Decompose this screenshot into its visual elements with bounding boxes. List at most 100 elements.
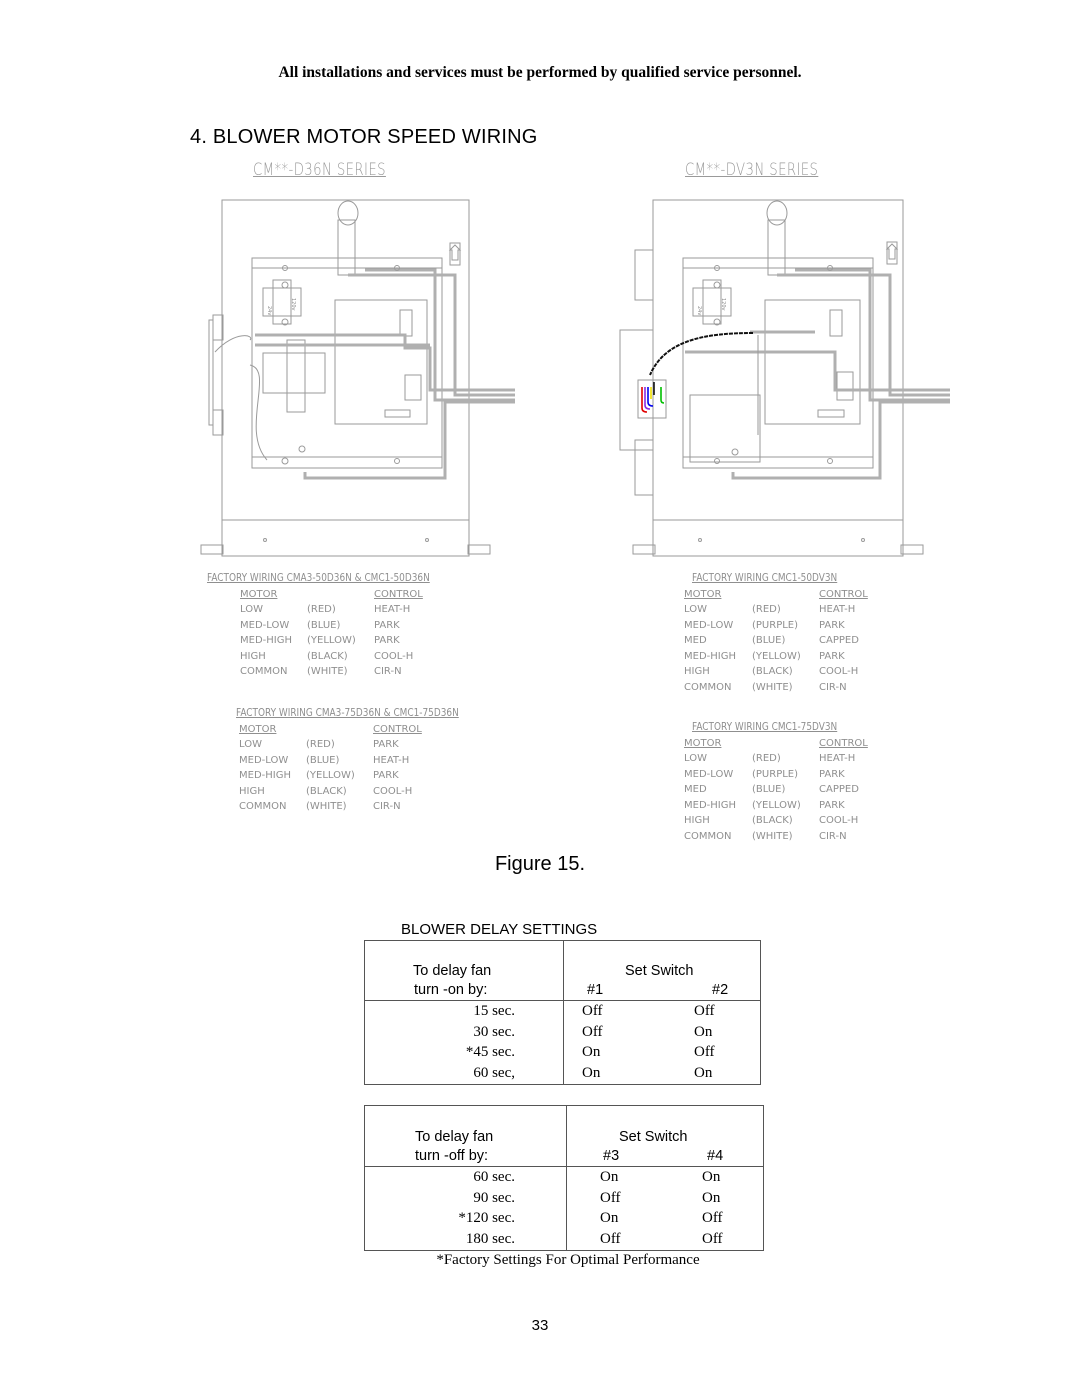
wiring-table-50d36n: FACTORY WIRING CMA3-50D36N & CMC1-50D36N… <box>207 571 469 680</box>
wire-color: (PURPLE) <box>752 768 799 780</box>
wiring-row: LOW (RED) PARK <box>239 737 422 753</box>
vent-fitting <box>766 200 788 226</box>
motor-speed: HIGH <box>240 650 266 662</box>
label-line1: To delay fan <box>415 1129 494 1145</box>
control-terminal: CAPPED <box>819 784 859 795</box>
control-terminal: PARK <box>819 650 845 662</box>
wiring-table-75dv3n: FACTORY WIRING CMC1-75DV3N MOTOR CONTROL L… <box>684 720 868 844</box>
motor-speed: MED-LOW <box>684 768 734 780</box>
figure-caption: Figure 15. <box>494 853 586 875</box>
wiring-row: LOW (RED) HEAT-H <box>684 751 868 767</box>
switch-state: On <box>702 1169 721 1185</box>
motor-header: MOTOR <box>684 737 722 749</box>
label-line2: turn -off by: <box>415 1148 489 1164</box>
wiring-row: MED (BLUE) CAPPED <box>684 633 868 649</box>
page-number: 33 <box>531 1317 549 1334</box>
motor-speed: MED-HIGH <box>684 799 736 811</box>
control-header: CONTROL <box>819 588 868 600</box>
wire-color: (BLACK) <box>307 650 348 662</box>
delay-time: 60 sec, <box>473 1064 515 1081</box>
cabinet-base <box>652 519 904 557</box>
control-terminal: PARK <box>819 768 845 780</box>
wire-color: (YELLOW) <box>306 770 355 781</box>
switch-state: On <box>694 1064 713 1081</box>
wiring-row: MED-LOW (BLUE) PARK <box>240 618 423 634</box>
transformer-label-120v: 120v <box>290 298 296 311</box>
control-terminal: HEAT-H <box>373 754 410 766</box>
blank-header <box>752 587 819 603</box>
wiring-row: COMMON (WHITE) CIR-N <box>684 680 868 696</box>
switch-state: Off <box>694 1044 715 1060</box>
wire-color: (BLUE) <box>752 784 786 795</box>
control-panel <box>682 257 874 469</box>
wire-color: (RED) <box>752 604 781 615</box>
switch-state: Off <box>600 1230 621 1247</box>
wiring-row: MED (BLUE) CAPPED <box>684 782 868 798</box>
safety-notice: All installations and services must be p… <box>278 64 802 81</box>
control-header: CONTROL <box>374 588 423 600</box>
motor-speed: LOW <box>240 604 263 615</box>
wiring-diagram-d36n: 24v 120v <box>200 199 515 557</box>
wiring-row: HIGH (BLACK) COOL-H <box>240 649 423 665</box>
switch-state: On <box>694 1023 713 1040</box>
control-terminal: PARK <box>374 619 400 631</box>
control-terminal: COOL-H <box>374 650 414 662</box>
control-terminal: CIR-N <box>373 801 401 812</box>
control-terminal: PARK <box>819 619 845 631</box>
wire-color: (BLACK) <box>752 815 793 826</box>
control-terminal: CAPPED <box>819 635 859 646</box>
wiring-row: HIGH (BLACK) COOL-H <box>684 813 868 829</box>
control-terminal: PARK <box>373 739 399 750</box>
motor-speed: MED-HIGH <box>240 635 292 646</box>
delay-time: 90 sec. <box>473 1189 515 1206</box>
motor-speed: COMMON <box>684 830 732 842</box>
control-terminal: PARK <box>374 635 400 646</box>
motor-header: MOTOR <box>240 588 278 600</box>
delay-table-turn-on: To delay fan turn -on by: Set Switch #1 … <box>364 940 761 1085</box>
wire-color: (RED) <box>752 753 781 764</box>
wiring-table-title: FACTORY WIRING CMC1-50DV3N <box>692 572 838 584</box>
wiring-header-row: MOTOR CONTROL <box>684 587 868 603</box>
motor-header: MOTOR <box>239 723 277 735</box>
motor-speed: HIGH <box>239 785 265 797</box>
wiring-row: COMMON (WHITE) CIR-N <box>240 664 423 680</box>
wiring-header-row: MOTOR CONTROL <box>239 722 422 738</box>
blank-header <box>307 587 374 603</box>
wiring-row: MED-HIGH (YELLOW) PARK <box>240 633 423 649</box>
control-header: CONTROL <box>819 737 868 749</box>
circuit-board <box>334 299 428 425</box>
switch-state: Off <box>702 1230 723 1247</box>
wire-color: (YELLOW) <box>752 799 801 811</box>
motor-speed: MED <box>684 784 707 795</box>
switch-state: Off <box>694 1003 715 1019</box>
control-terminal: CIR-N <box>374 666 402 677</box>
wire-green <box>660 387 665 404</box>
wiring-rows: MOTOR CONTROL LOW (RED) HEAT-H MED-LOW (PURPLE… <box>684 587 868 696</box>
wire-color: (RED) <box>306 739 335 750</box>
wiring-row: LOW (RED) HEAT-H <box>684 602 868 618</box>
wiring-rows: MOTOR CONTROL LOW (RED) HEAT-H MED-LOW (PURPLE… <box>684 736 868 845</box>
wiring-rows: MOTOR CONTROL LOW (RED) PARK MED-LOW (BLUE) HEA… <box>239 722 422 815</box>
transformer-label-24v: 24v <box>696 306 702 315</box>
blower-delay-title: BLOWER DELAY SETTINGS <box>401 921 598 938</box>
wiring-row: MED-HIGH (YELLOW) PARK <box>239 768 422 784</box>
wire-color: (BLUE) <box>306 754 340 766</box>
delay-time: 30 sec. <box>473 1023 515 1040</box>
wire-color: (BLACK) <box>752 666 793 677</box>
label-line2: turn -on by: <box>414 982 488 998</box>
control-terminal: COOL-H <box>373 785 413 797</box>
blank-header <box>752 736 819 752</box>
switch-1-header: #1 <box>587 982 604 998</box>
wiring-header-row: MOTOR CONTROL <box>684 736 868 752</box>
switch-state: On <box>582 1044 601 1060</box>
control-terminal: PARK <box>819 799 845 811</box>
wiring-row: COMMON (WHITE) CIR-N <box>684 829 868 845</box>
wire-color: (YELLOW) <box>752 650 801 662</box>
delay-time: 60 sec. <box>473 1169 515 1185</box>
wire-color: (BLACK) <box>306 785 347 797</box>
wire-color: (WHITE) <box>306 801 347 812</box>
section-title: 4. BLOWER MOTOR SPEED WIRING <box>190 126 538 148</box>
motor-speed: MED-HIGH <box>239 770 291 781</box>
wiring-row: MED-LOW (BLUE) HEAT-H <box>239 753 422 769</box>
switch-state: Off <box>582 1023 603 1040</box>
